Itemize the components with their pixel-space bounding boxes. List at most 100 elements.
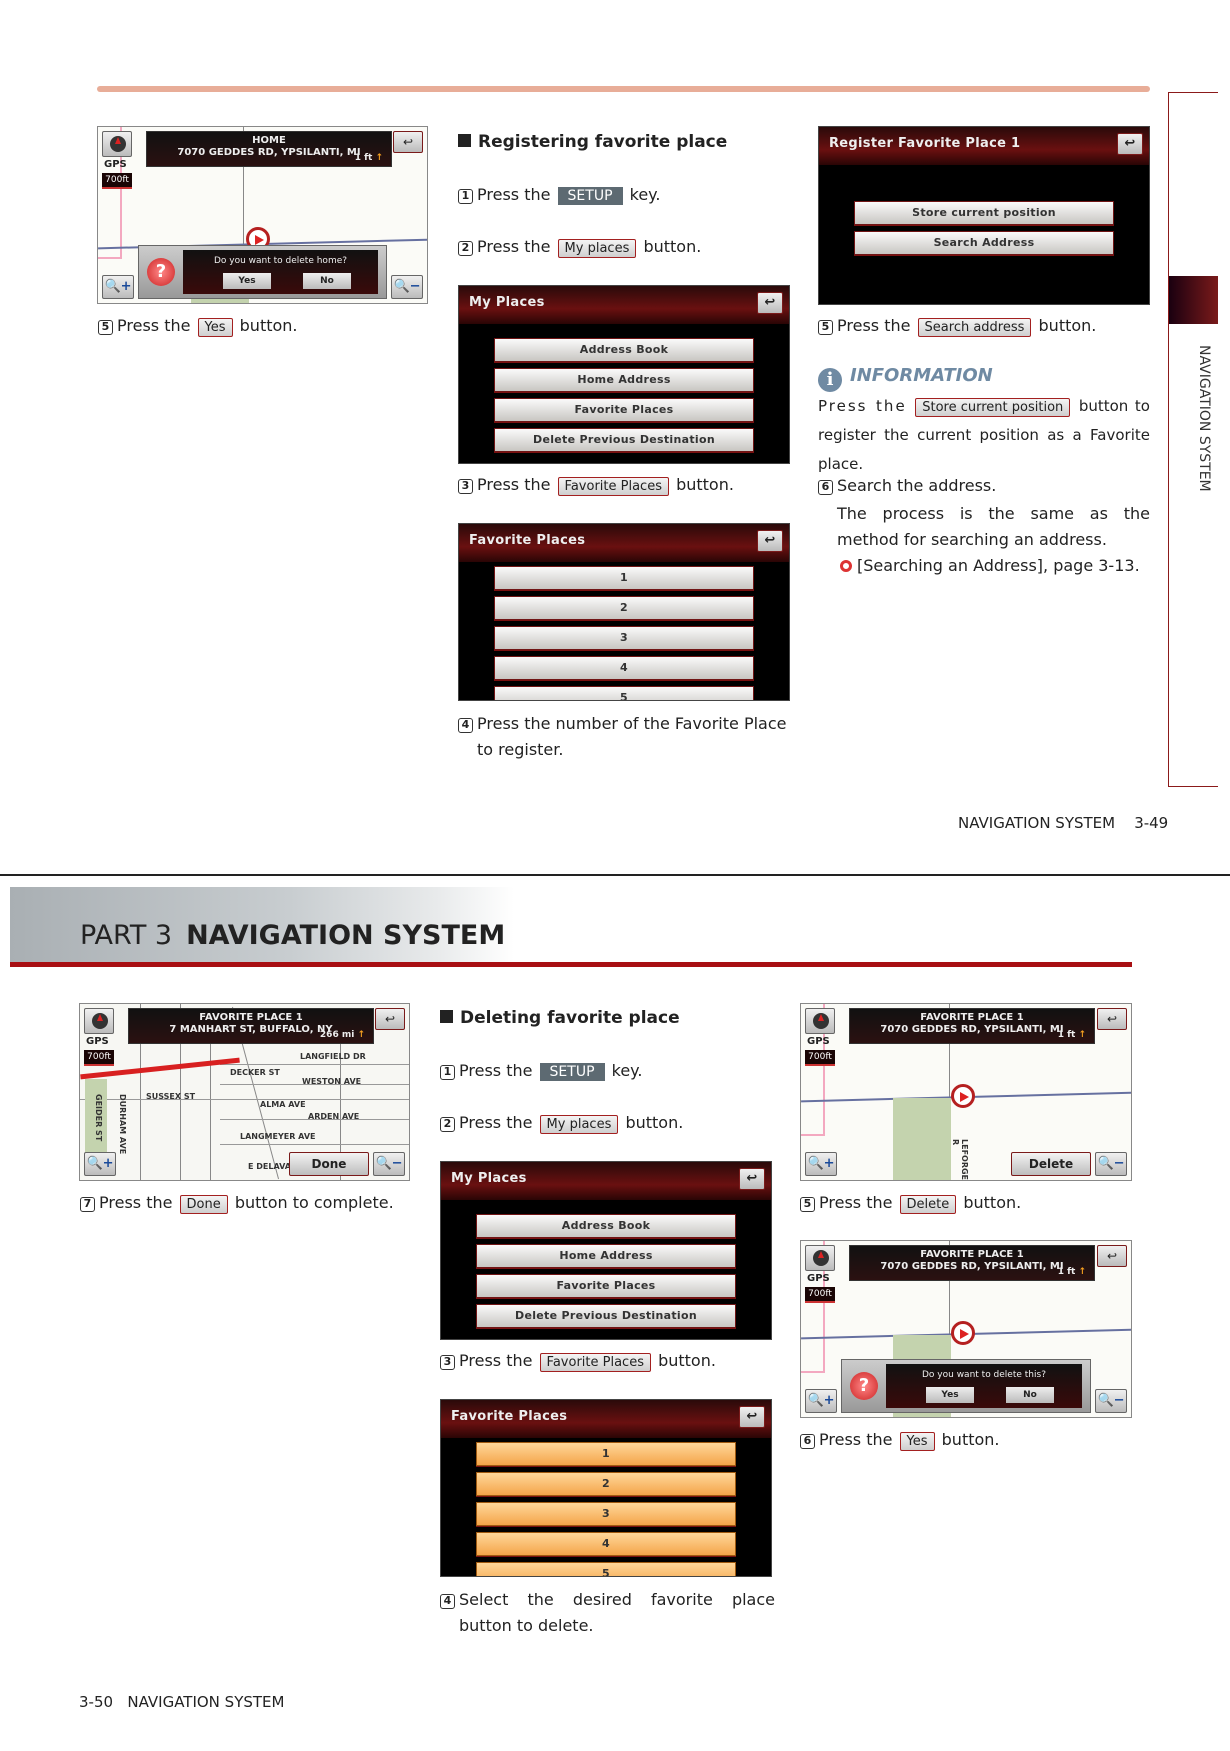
compass-icon[interactable] — [805, 1008, 835, 1034]
compass-icon[interactable] — [102, 131, 132, 157]
screen-title: My Places — [469, 295, 545, 310]
information-title: i INFORMATION — [818, 365, 993, 392]
back-button[interactable]: ↩ — [375, 1008, 405, 1030]
step-3: 3 Press the Favorite Places button. — [440, 1348, 716, 1374]
favorite-slot-button[interactable]: 1 — [476, 1442, 736, 1466]
zoom-in-button[interactable]: 🔍+ — [805, 1152, 837, 1176]
direction-arrow-icon: ↑ — [1078, 1030, 1086, 1040]
home-address-button[interactable]: Home Address — [494, 368, 754, 392]
dialog-yes-button[interactable]: Yes — [223, 273, 271, 289]
direction-arrow-icon: ↑ — [357, 1030, 365, 1040]
gps-label: GPS — [807, 1273, 830, 1284]
back-arrow-icon: ↩ — [764, 533, 776, 548]
delete-previous-destination-button[interactable]: Delete Previous Destination — [494, 428, 754, 452]
done-button[interactable]: Done — [289, 1152, 369, 1176]
destination-title: HOME — [252, 135, 286, 146]
favorite-slot-button[interactable]: 5 — [476, 1562, 736, 1576]
screen-title: Favorite Places — [469, 533, 586, 548]
step-text: Press the — [477, 185, 551, 204]
address-book-button[interactable]: Address Book — [494, 338, 754, 362]
zoom-in-icon: 🔍+ — [807, 1156, 835, 1171]
dialog-no-button[interactable]: No — [1006, 1387, 1054, 1403]
store-current-position-button[interactable]: Store current position — [854, 201, 1114, 225]
favorite-slot-button[interactable]: 2 — [476, 1472, 736, 1496]
question-icon: ? — [147, 258, 175, 286]
dialog-no-button[interactable]: No — [303, 273, 351, 289]
back-button[interactable]: ↩ — [1097, 1245, 1127, 1267]
back-button[interactable]: ↩ — [739, 1168, 765, 1190]
favorite-slot-button[interactable]: 3 — [476, 1502, 736, 1526]
favorite-slot-button[interactable]: 4 — [476, 1532, 736, 1556]
back-arrow-icon: ↩ — [746, 1409, 758, 1424]
zoom-out-button[interactable]: 🔍− — [391, 275, 423, 299]
favorite-places-button[interactable]: Favorite Places — [476, 1274, 736, 1298]
destination-title: FAVORITE PLACE 1 — [920, 1249, 1024, 1260]
info-title-text: INFORMATION — [850, 365, 993, 386]
map-scale: 700ft — [805, 1050, 835, 1066]
step-4: 4 Select the desired favorite place butto… — [440, 1587, 775, 1639]
back-button[interactable]: ↩ — [739, 1406, 765, 1428]
step-number: 4 — [440, 1594, 455, 1609]
dialog-yes-button[interactable]: Yes — [926, 1387, 974, 1403]
gps-label: GPS — [807, 1036, 830, 1047]
back-button[interactable]: ↩ — [1117, 133, 1143, 155]
delete-previous-destination-button[interactable]: Delete Previous Destination — [476, 1304, 736, 1328]
favorite-slot-button[interactable]: 4 — [494, 656, 754, 680]
step-3: 3 Press the Favorite Places button. — [458, 472, 734, 498]
part-title-text: NAVIGATION SYSTEM — [186, 920, 506, 951]
destination-header: HOME 7070 GEDDES RD, YPSILANTI, MI 1 ft … — [146, 131, 392, 167]
distance: 1 ft — [354, 153, 373, 163]
zoom-out-button[interactable]: 🔍− — [1095, 1152, 1127, 1176]
address-book-button[interactable]: Address Book — [476, 1214, 736, 1238]
page-number: 3-49 — [1134, 814, 1169, 832]
delete-button-ref: Delete — [899, 1195, 957, 1214]
zoom-out-button[interactable]: 🔍− — [1095, 1389, 1127, 1413]
street-label: LANGMEYER AVE — [240, 1132, 316, 1141]
compass-icon[interactable] — [805, 1245, 835, 1271]
step-text: key. — [629, 185, 661, 204]
zoom-in-button[interactable]: 🔍+ — [805, 1389, 837, 1413]
step-1: 1 Press the SETUP key. — [440, 1058, 642, 1084]
step-6: 6 Press the Yes button. — [800, 1427, 1000, 1453]
zoom-in-button[interactable]: 🔍+ — [102, 275, 134, 299]
info-text: Press the — [818, 397, 907, 415]
step-text: Press the — [477, 475, 551, 494]
step-text: Press the — [477, 237, 551, 256]
destination-header: FAVORITE PLACE 1 7070 GEDDES RD, YPSILAN… — [849, 1008, 1095, 1044]
search-address-button[interactable]: Search Address — [854, 231, 1114, 255]
back-button[interactable]: ↩ — [757, 530, 783, 552]
street-label: ARDEN AVE — [308, 1112, 360, 1121]
favorite-slot-button[interactable]: 3 — [494, 626, 754, 650]
back-button[interactable]: ↩ — [757, 292, 783, 314]
street-label: DECKER ST — [230, 1068, 280, 1077]
step-text: button. — [658, 1351, 716, 1370]
step-text: button. — [1038, 316, 1097, 335]
heading-text: Registering favorite place — [478, 132, 728, 152]
step-number: 5 — [98, 320, 113, 335]
favorite-slot-button[interactable]: 5 — [494, 686, 754, 700]
step-5: 5 Press the Delete button. — [800, 1190, 1021, 1216]
map-scale: 700ft — [102, 173, 132, 189]
back-button[interactable]: ↩ — [393, 131, 423, 153]
delete-button[interactable]: Delete — [1011, 1152, 1091, 1176]
step-2: 2 Press the My places button. — [458, 234, 701, 260]
confirm-dialog: ? Do you want to delete home? Yes No — [138, 245, 387, 299]
back-button[interactable]: ↩ — [1097, 1008, 1127, 1030]
gps-label: GPS — [86, 1036, 109, 1047]
zoom-in-button[interactable]: 🔍+ — [84, 1152, 116, 1176]
compass-icon[interactable] — [84, 1008, 114, 1034]
search-address-button-ref: Search address — [917, 318, 1032, 337]
direction-arrow-icon: ↑ — [375, 153, 383, 163]
home-address-button[interactable]: Home Address — [476, 1244, 736, 1268]
zoom-out-button[interactable]: 🔍− — [373, 1152, 405, 1176]
favorite-slot-button[interactable]: 2 — [494, 596, 754, 620]
step-number: 5 — [818, 320, 833, 335]
back-arrow-icon: ↩ — [746, 1171, 758, 1186]
step-text: Press the — [99, 1193, 173, 1212]
favorite-places-button[interactable]: Favorite Places — [494, 398, 754, 422]
street-label: DURHAM AVE — [118, 1094, 127, 1155]
step-text: Select the desired favorite place button… — [459, 1590, 775, 1635]
street-label: GEIDER ST — [94, 1094, 103, 1142]
cross-reference-link[interactable]: [Searching an Address], page 3-13. — [857, 556, 1140, 575]
favorite-slot-button[interactable]: 1 — [494, 566, 754, 590]
